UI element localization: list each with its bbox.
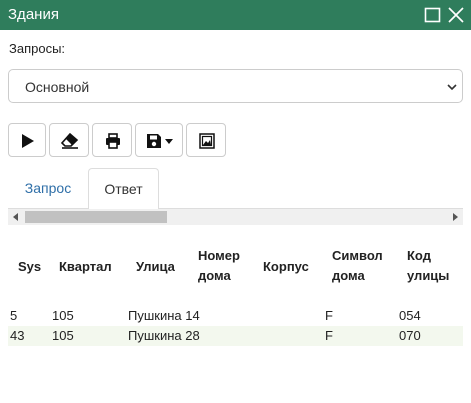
run-button[interactable]: [8, 123, 46, 157]
print-icon: [106, 133, 120, 149]
caret-right-icon: [453, 213, 458, 221]
cell-street-code: 054: [399, 308, 421, 323]
column-header-kvartal[interactable]: Квартал: [59, 257, 112, 277]
title-bar[interactable]: Здания: [0, 0, 471, 30]
save-button[interactable]: [135, 123, 183, 157]
column-header-sys[interactable]: Sys: [18, 257, 41, 277]
save-icon: [147, 134, 161, 148]
queries-label: Запросы:: [9, 41, 66, 56]
table-row[interactable]: 43 105 Пушкина 28 F 070: [8, 326, 463, 346]
maximize-icon: [424, 7, 441, 23]
tab-answer[interactable]: Ответ: [88, 168, 159, 210]
eraser-icon: [61, 133, 79, 149]
column-header-street-code[interactable]: Код улицы: [407, 246, 449, 286]
scrollbar-thumb[interactable]: [25, 211, 167, 223]
cell-street-code: 070: [399, 328, 421, 343]
close-icon: [448, 7, 464, 23]
caret-left-icon: [13, 213, 18, 221]
image-icon: [199, 133, 215, 149]
cell-sys: 5: [10, 308, 18, 323]
play-icon: [22, 134, 34, 148]
cell-kvartal: 105: [52, 328, 74, 343]
cell-street: Пушкина 28: [128, 328, 200, 343]
clear-button[interactable]: [49, 123, 89, 157]
cell-house-symbol: F: [325, 308, 333, 323]
scroll-left-button[interactable]: [8, 209, 24, 225]
horizontal-scrollbar[interactable]: [8, 209, 463, 225]
cell-street: Пушкина 14: [128, 308, 200, 323]
query-select[interactable]: Основной: [8, 69, 463, 103]
column-header-building[interactable]: Корпус: [263, 257, 309, 277]
close-button[interactable]: [446, 5, 466, 25]
column-header-house-number[interactable]: Номер дома: [198, 246, 240, 286]
table-row[interactable]: 5 105 Пушкина 14 F 054: [8, 306, 463, 326]
caret-down-icon: [165, 139, 173, 144]
chevron-down-icon: [447, 84, 457, 91]
image-button[interactable]: [186, 123, 226, 157]
buildings-window: Здания Запросы: Основной Запрос Ответ Sy…: [0, 0, 471, 403]
column-header-street[interactable]: Улица: [136, 257, 175, 277]
column-header-house-symbol[interactable]: Символ дома: [332, 246, 383, 286]
print-button[interactable]: [92, 123, 132, 157]
cell-house-symbol: F: [325, 328, 333, 343]
scroll-right-button[interactable]: [447, 209, 463, 225]
cell-sys: 43: [10, 328, 25, 343]
window-title: Здания: [8, 6, 59, 23]
cell-kvartal: 105: [52, 308, 74, 323]
tab-query[interactable]: Запрос: [8, 168, 88, 209]
maximize-button[interactable]: [423, 5, 443, 25]
query-select-value: Основной: [25, 79, 90, 95]
